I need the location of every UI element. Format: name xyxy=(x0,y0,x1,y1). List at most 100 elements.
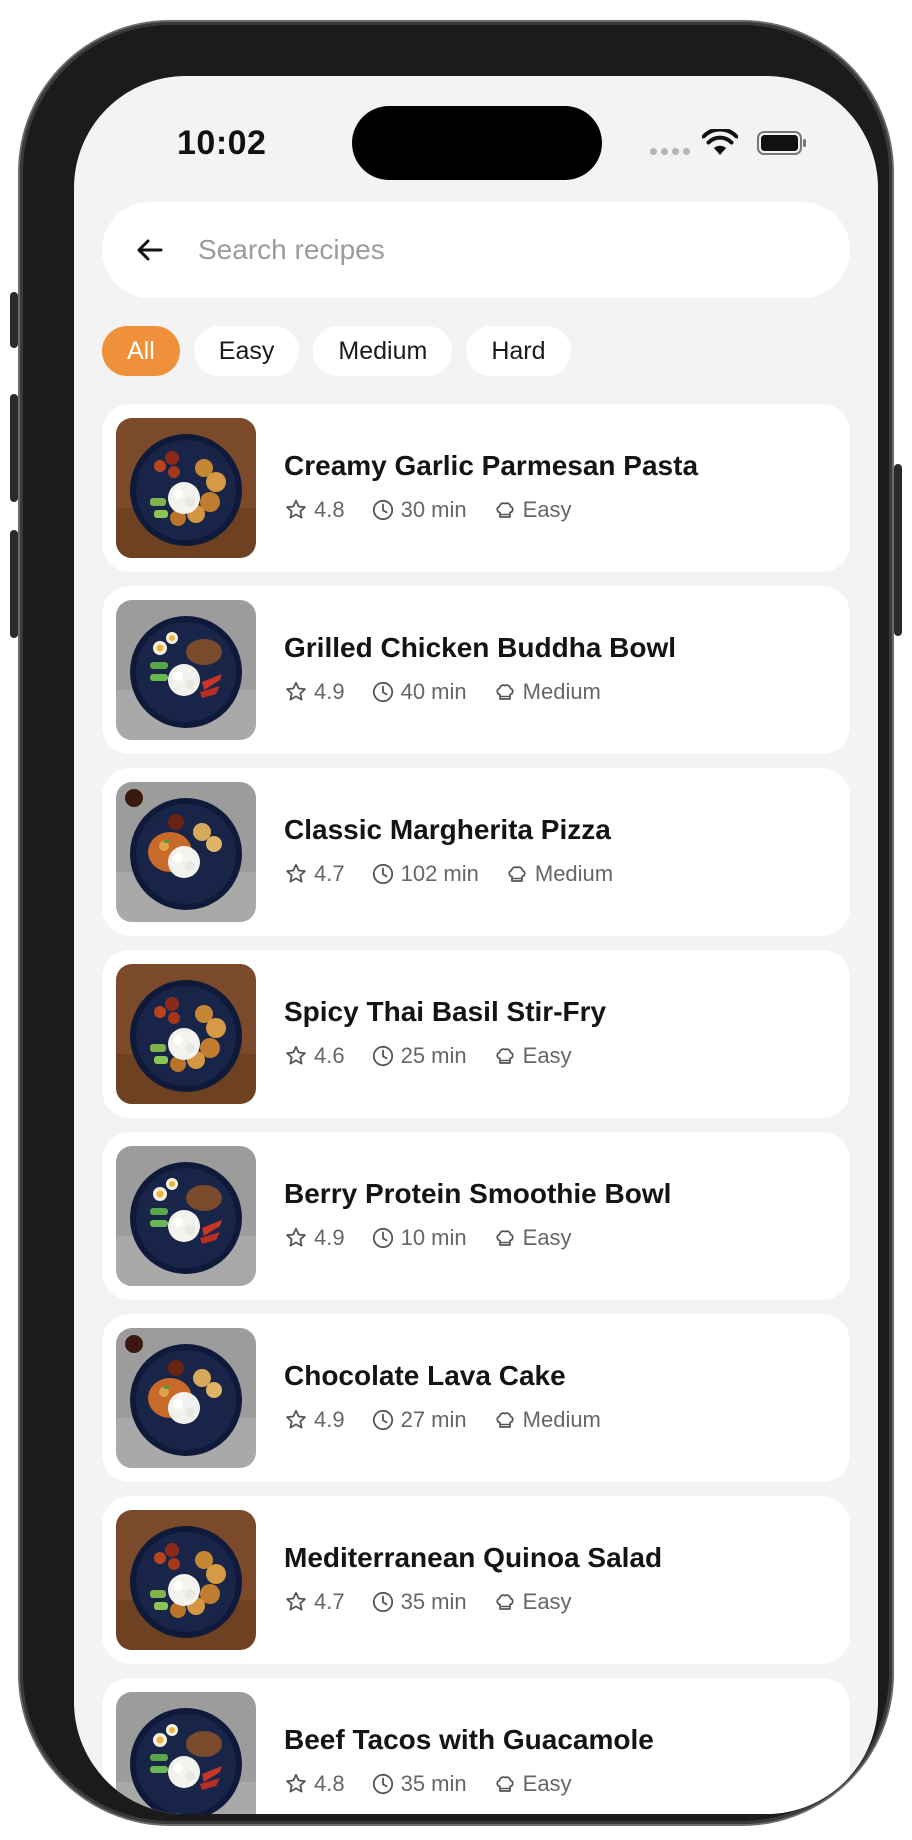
recipe-card[interactable]: Classic Margherita Pizza 4.7 102 min Med… xyxy=(102,768,850,936)
difficulty-filter: All Easy Medium Hard xyxy=(102,326,571,376)
cook-time-value: 25 min xyxy=(400,1043,467,1068)
difficulty: Easy xyxy=(493,1225,572,1251)
chef-hat-icon xyxy=(496,1048,514,1064)
cook-time: 10 min xyxy=(371,1225,467,1251)
app-screen: 10:02 All xyxy=(74,76,878,1814)
food-plate-image xyxy=(116,600,256,740)
difficulty: Easy xyxy=(493,1771,572,1797)
cook-time-value: 30 min xyxy=(400,497,467,522)
rating-value: 4.6 xyxy=(314,1043,345,1068)
difficulty: Easy xyxy=(493,497,572,523)
chef-hat-icon xyxy=(496,1230,514,1246)
recipe-image xyxy=(116,964,256,1104)
rating: 4.9 xyxy=(284,1225,345,1251)
cook-time: 35 min xyxy=(371,1589,467,1615)
recipe-meta: 4.6 25 min Easy xyxy=(284,1043,598,1069)
rating: 4.9 xyxy=(284,1407,345,1433)
cook-time: 102 min xyxy=(371,861,479,887)
recipe-meta: 4.7 102 min Medium xyxy=(284,861,639,887)
search-input[interactable] xyxy=(196,233,800,267)
clock-icon xyxy=(372,1045,393,1067)
difficulty: Medium xyxy=(493,1407,601,1433)
recipe-image xyxy=(116,600,256,740)
recipe-card[interactable]: Berry Protein Smoothie Bowl 4.9 10 min E… xyxy=(102,1132,850,1300)
rating-value: 4.8 xyxy=(314,1771,345,1796)
power-button xyxy=(894,464,902,636)
recipe-title: Mediterranean Quinoa Salad xyxy=(284,1542,663,1573)
difficulty-value: Easy xyxy=(522,1225,572,1250)
arrow-left-icon xyxy=(137,239,163,261)
cellular-signal-icon xyxy=(650,148,690,155)
clock-icon xyxy=(372,1773,393,1795)
recipe-image xyxy=(116,782,256,922)
rating-value: 4.9 xyxy=(314,679,345,704)
chef-hat-icon xyxy=(496,502,514,518)
cook-time-value: 35 min xyxy=(400,1589,467,1614)
filter-chip-medium[interactable]: Medium xyxy=(313,326,453,376)
recipe-title: Creamy Garlic Parmesan Pasta xyxy=(284,450,699,481)
filter-chip-easy[interactable]: Easy xyxy=(193,326,300,376)
status-time: 10:02 xyxy=(177,124,267,162)
clock-icon xyxy=(372,1227,393,1249)
filter-chip-all[interactable]: All xyxy=(102,326,180,376)
filter-chip-hard[interactable]: Hard xyxy=(466,326,571,376)
cook-time: 40 min xyxy=(371,679,467,705)
recipe-meta: 4.8 35 min Easy xyxy=(284,1771,598,1797)
cook-time-value: 102 min xyxy=(400,861,479,886)
clock-icon xyxy=(372,499,393,521)
star-icon xyxy=(286,1409,306,1429)
action-button xyxy=(10,292,18,348)
difficulty: Easy xyxy=(493,1043,572,1069)
recipe-image xyxy=(116,1692,256,1814)
recipe-card[interactable]: Chocolate Lava Cake 4.9 27 min Medium xyxy=(102,1314,850,1482)
volume-down-button xyxy=(10,530,18,638)
recipe-image xyxy=(116,1328,256,1468)
back-button[interactable] xyxy=(126,226,174,274)
cook-time-value: 10 min xyxy=(400,1225,467,1250)
food-plate-image xyxy=(116,1692,256,1814)
chef-hat-icon xyxy=(496,1776,514,1792)
recipe-card[interactable]: Creamy Garlic Parmesan Pasta 4.8 30 min xyxy=(102,404,850,572)
recipe-meta: 4.8 30 min Easy xyxy=(284,497,598,523)
volume-up-button xyxy=(10,394,18,502)
recipe-card[interactable]: Mediterranean Quinoa Salad 4.7 35 min Ea… xyxy=(102,1496,850,1664)
star-icon xyxy=(286,499,306,519)
chef-hat-icon xyxy=(496,1412,514,1428)
recipe-list: Creamy Garlic Parmesan Pasta 4.8 30 min xyxy=(102,404,850,1814)
chef-hat-icon xyxy=(508,866,526,882)
recipe-title: Chocolate Lava Cake xyxy=(284,1360,566,1391)
rating: 4.6 xyxy=(284,1043,345,1069)
difficulty: Medium xyxy=(505,861,613,887)
chef-hat-icon xyxy=(496,1594,514,1610)
recipe-title: Grilled Chicken Buddha Bowl xyxy=(284,632,677,663)
star-icon xyxy=(286,1591,306,1611)
cook-time: 30 min xyxy=(371,497,467,523)
clock-icon xyxy=(372,681,393,703)
recipe-title: Beef Tacos with Guacamole xyxy=(284,1724,654,1755)
clock-icon xyxy=(372,1591,393,1613)
star-icon xyxy=(286,1045,306,1065)
difficulty: Easy xyxy=(493,1589,572,1615)
dynamic-island xyxy=(352,106,602,180)
rating: 4.7 xyxy=(284,861,345,887)
rating-value: 4.7 xyxy=(314,861,345,886)
food-plate-image xyxy=(116,1146,256,1286)
recipe-card[interactable]: Spicy Thai Basil Stir-Fry 4.6 25 min Eas… xyxy=(102,950,850,1118)
rating: 4.8 xyxy=(284,497,345,523)
recipe-card[interactable]: Beef Tacos with Guacamole 4.8 35 min Eas… xyxy=(102,1678,850,1814)
clock-icon xyxy=(372,1409,393,1431)
cook-time: 35 min xyxy=(371,1771,467,1797)
rating: 4.9 xyxy=(284,679,345,705)
star-icon xyxy=(286,1773,306,1793)
cook-time: 27 min xyxy=(371,1407,467,1433)
food-plate-image xyxy=(116,964,256,1104)
rating: 4.7 xyxy=(284,1589,345,1615)
difficulty: Medium xyxy=(493,679,601,705)
star-icon xyxy=(286,863,306,883)
cook-time-value: 35 min xyxy=(400,1771,467,1796)
rating-value: 4.8 xyxy=(314,497,345,522)
recipe-card[interactable]: Grilled Chicken Buddha Bowl 4.9 40 min M… xyxy=(102,586,850,754)
recipe-meta: 4.7 35 min Easy xyxy=(284,1589,598,1615)
difficulty-value: Easy xyxy=(522,1589,572,1614)
food-plate-image xyxy=(116,1510,256,1650)
